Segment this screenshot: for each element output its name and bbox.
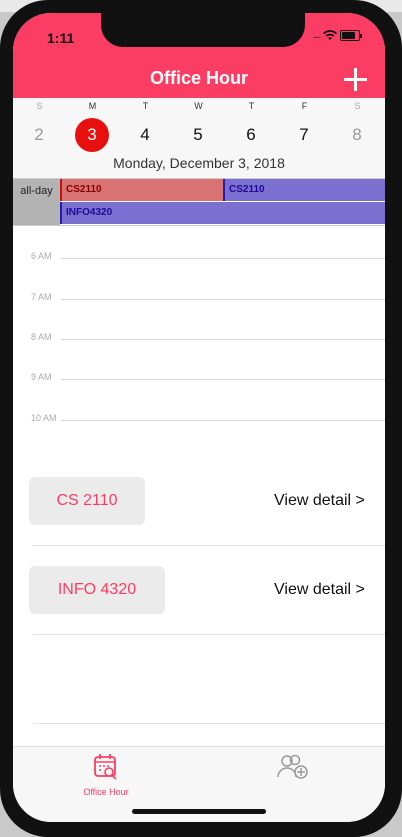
view-detail-link[interactable]: View detail > (274, 492, 365, 510)
hour-label: 6 AM (31, 251, 52, 261)
wifi-icon (323, 30, 338, 40)
day-letter: W (194, 101, 203, 111)
hour-gridline (61, 258, 385, 259)
week-strip: S 2 M 3 T 4 W 5 T 6 F 7 S 8 Monday, Dece… (13, 98, 385, 190)
allday-event[interactable]: CS2110 (60, 179, 223, 201)
calendar-search-icon (94, 754, 117, 780)
timeline[interactable]: 6 AM 7 AM 8 AM 9 AM 10 AM (13, 225, 385, 465)
day-number-selected[interactable]: 3 (75, 118, 109, 152)
list-divider (33, 723, 385, 724)
day-number[interactable]: 4 (128, 118, 162, 152)
view-detail-link[interactable]: View detail > (274, 581, 365, 599)
hour-row: 7 AM (13, 292, 385, 308)
tab-add-people[interactable] (243, 753, 343, 786)
hour-row: 6 AM (13, 251, 385, 267)
status-icons: .... (313, 30, 363, 41)
course-button[interactable]: INFO 4320 (29, 566, 165, 614)
app-screen: 1:11 .... Office Hour S 2 M 3 T 4 W 5 T … (13, 13, 385, 822)
day-number[interactable]: 5 (181, 118, 215, 152)
battery-icon (340, 30, 363, 41)
home-indicator[interactable] (132, 809, 266, 814)
hour-row: 10 AM (13, 413, 385, 429)
device-notch (101, 13, 305, 47)
signal-icon: .... (313, 30, 321, 41)
course-list-item: INFO 4320 View detail > (29, 566, 385, 656)
allday-event[interactable]: CS2110 (223, 179, 385, 201)
hour-label: 9 AM (31, 372, 52, 382)
day-number[interactable]: 8 (340, 118, 374, 152)
allday-row: all-day CS2110 CS2110 INFO4320 (13, 178, 385, 226)
day-letter: T (142, 101, 149, 111)
course-list-item: CS 2110 View detail > (29, 477, 385, 567)
day-number[interactable]: 2 (22, 118, 56, 152)
hour-gridline (61, 339, 385, 340)
hour-row: 8 AM (13, 332, 385, 348)
nav-header: 1:11 .... Office Hour (13, 13, 385, 98)
hour-gridline (61, 420, 385, 421)
status-time: 1:11 (47, 30, 75, 46)
hour-label: 7 AM (31, 292, 52, 302)
hour-gridline (61, 299, 385, 300)
course-button[interactable]: CS 2110 (29, 477, 145, 525)
selected-date-label: Monday, December 3, 2018 (113, 155, 285, 171)
day-letter: S (36, 101, 43, 111)
hour-gridline (61, 379, 385, 380)
phone-frame: 1:11 .... Office Hour S 2 M 3 T 4 W 5 T … (0, 0, 402, 837)
day-letter: T (248, 101, 255, 111)
hour-row: 9 AM (13, 372, 385, 388)
page-title: Office Hour (149, 68, 248, 88)
day-letter: S (354, 101, 361, 111)
hour-label: 8 AM (31, 332, 52, 342)
allday-event[interactable]: INFO4320 (60, 202, 385, 224)
add-button[interactable] (344, 68, 368, 92)
day-letter: M (88, 101, 97, 111)
list-divider (33, 545, 385, 546)
allday-label: all-day (13, 179, 60, 225)
tab-office-hour[interactable]: Office Hour (56, 753, 156, 797)
day-letter: F (301, 101, 308, 111)
day-number[interactable]: 6 (234, 118, 268, 152)
day-number[interactable]: 7 (287, 118, 321, 152)
hour-label: 10 AM (31, 413, 57, 423)
list-divider (33, 634, 385, 635)
add-people-icon (277, 754, 308, 779)
tab-label: Office Hour (83, 787, 129, 797)
